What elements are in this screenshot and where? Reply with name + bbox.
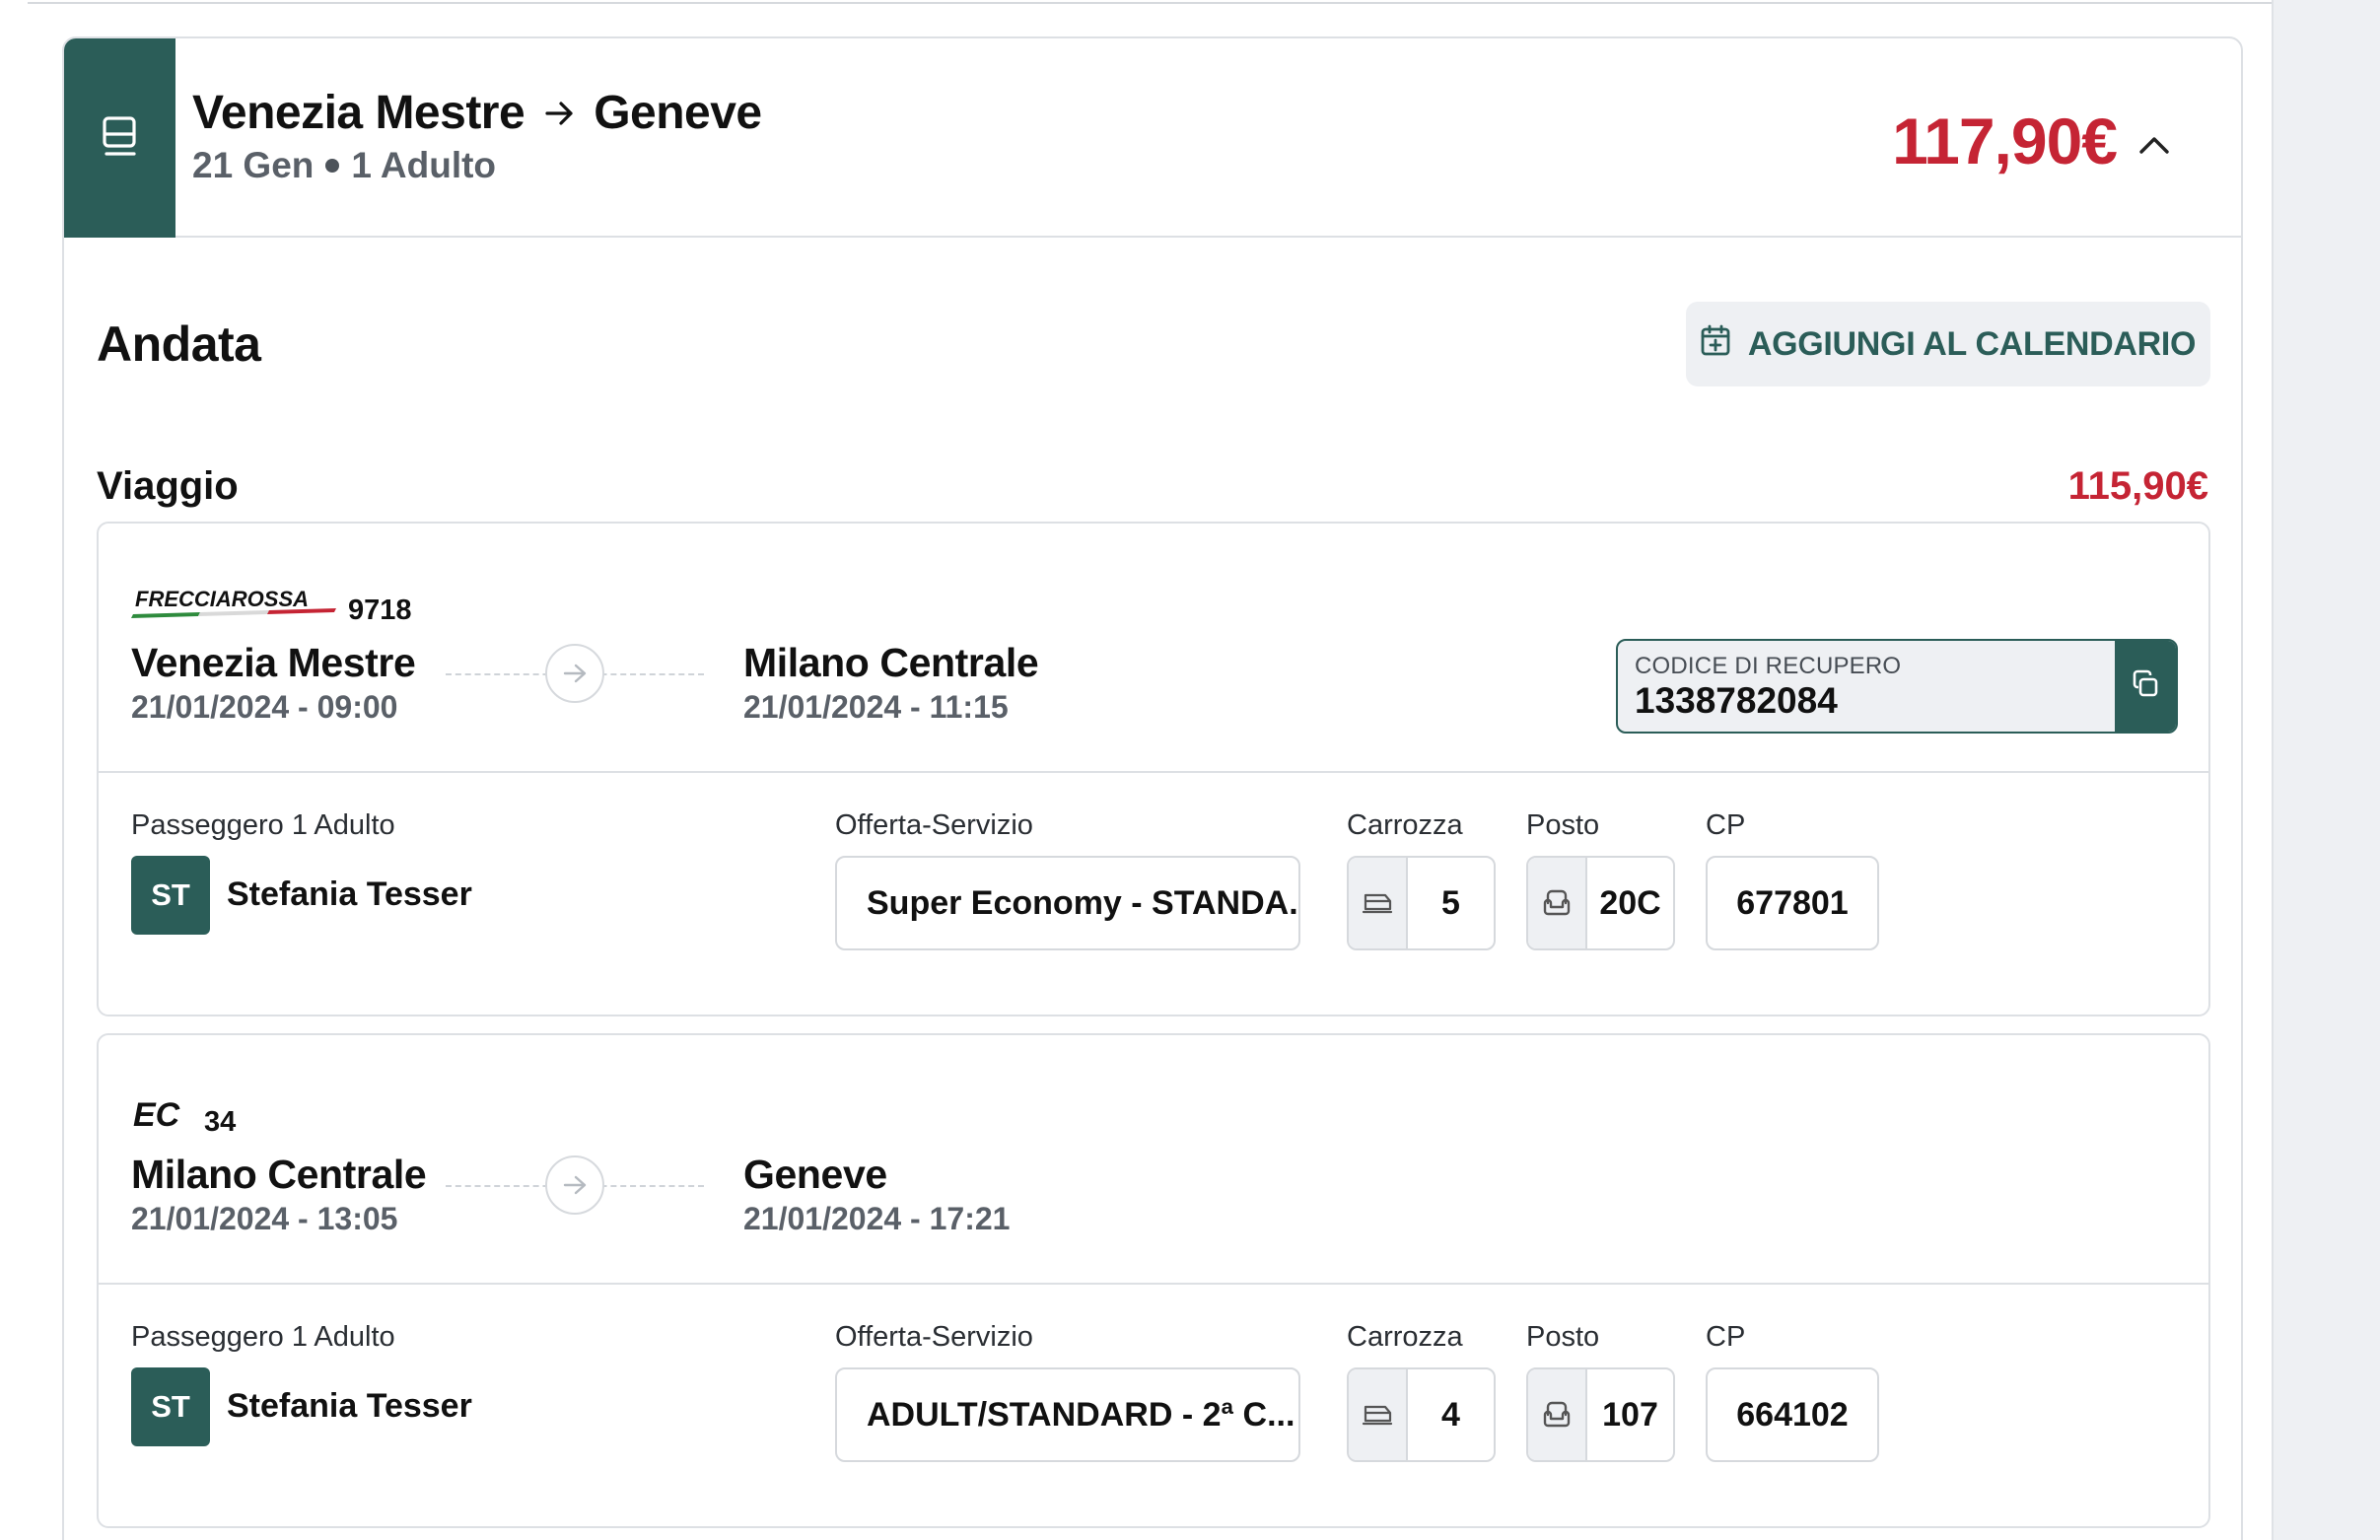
cp-field[interactable]: 677801: [1706, 856, 1879, 950]
route-connector: [446, 1155, 704, 1217]
coach-field[interactable]: 4: [1347, 1367, 1496, 1462]
leg-route: FRECCIAROSSA 9718 Venezia Mestre 21/01/2…: [99, 524, 2208, 773]
leg-card: FRECCIAROSSA 9718 Venezia Mestre 21/01/2…: [97, 522, 2210, 1016]
recovery-code-label: CODICE DI RECUPERO: [1635, 653, 1902, 679]
arrival-station: Geneve: [743, 1152, 887, 1197]
copy-code-button[interactable]: [2115, 641, 2176, 732]
eurocity-logo: EC: [131, 1096, 194, 1137]
section-title: Andata: [97, 316, 261, 372]
chevron-up-icon[interactable]: [2135, 125, 2174, 165]
seat-field[interactable]: 107: [1526, 1367, 1675, 1462]
arrow-right-icon: [544, 99, 574, 128]
seat-value: 107: [1602, 1395, 1658, 1434]
train-info: EC 34: [131, 1096, 236, 1137]
coach-value: 5: [1441, 883, 1460, 922]
offer-label: Offerta-Servizio: [835, 809, 1033, 841]
train-info: FRECCIAROSSA 9718: [131, 585, 412, 625]
train-brand: FRECCIAROSSA: [135, 587, 309, 611]
coach-icon: [1349, 1369, 1408, 1460]
leg-card: EC 34 Milano Centrale 21/01/2024 - 13:05…: [97, 1033, 2210, 1528]
trip-card: Venezia Mestre Geneve 21 Gen 1 Adulto 11…: [62, 36, 2243, 1540]
seat-field[interactable]: 20C: [1526, 856, 1675, 950]
passenger-label: Passeggero 1 Adulto: [131, 1321, 395, 1353]
coach-icon: [1349, 858, 1408, 948]
train-icon: [101, 112, 140, 165]
seat-icon: [1528, 1369, 1587, 1460]
route-destination: Geneve: [594, 87, 762, 139]
add-to-calendar-label: AGGIUNGI AL CALENDARIO: [1747, 324, 2197, 363]
avatar: ST: [131, 856, 210, 935]
cp-field[interactable]: 664102: [1706, 1367, 1879, 1462]
offer-field[interactable]: ADULT/STANDARD - 2ª C...: [835, 1367, 1300, 1462]
viaggio-price: 115,90€: [2067, 464, 2208, 508]
departure-station: Milano Centrale: [131, 1152, 427, 1197]
viaggio-label: Viaggio: [97, 464, 239, 508]
coach-field[interactable]: 5: [1347, 856, 1496, 950]
arrow-right-icon: [545, 1155, 604, 1215]
arrival-station: Milano Centrale: [743, 640, 1039, 685]
departure-time: 21/01/2024 - 13:05: [131, 1201, 398, 1236]
offer-field[interactable]: Super Economy - STANDA...: [835, 856, 1300, 950]
departure-time: 21/01/2024 - 09:00: [131, 689, 398, 725]
coach-value: 4: [1441, 1395, 1460, 1434]
page: Venezia Mestre Geneve 21 Gen 1 Adulto 11…: [0, 0, 2274, 1540]
train-number: 9718: [348, 595, 412, 626]
passenger-label: Passeggero 1 Adulto: [131, 809, 395, 841]
route-title: Venezia Mestre Geneve: [192, 86, 762, 140]
avatar: ST: [131, 1367, 210, 1446]
route-origin: Venezia Mestre: [192, 87, 525, 139]
leg-route: EC 34 Milano Centrale 21/01/2024 - 13:05…: [99, 1035, 2208, 1285]
arrival-time: 21/01/2024 - 17:21: [743, 1201, 1011, 1236]
seat-value: 20C: [1599, 883, 1661, 922]
offer-label: Offerta-Servizio: [835, 1321, 1033, 1353]
coach-label: Carrozza: [1347, 1321, 1463, 1353]
trip-date: 21 Gen: [192, 145, 315, 185]
top-divider: [28, 0, 2272, 4]
seat-icon: [1528, 858, 1587, 948]
cp-label: CP: [1706, 1321, 1746, 1353]
total-price: 117,90€: [1892, 105, 2118, 177]
copy-icon: [2131, 669, 2160, 704]
arrival-time: 21/01/2024 - 11:15: [743, 689, 1009, 725]
passenger-name: Stefania Tesser: [227, 1387, 472, 1425]
calendar-add-icon: [1701, 324, 1730, 365]
seat-label: Posto: [1526, 809, 1600, 841]
seat-label: Posto: [1526, 1321, 1600, 1353]
recovery-code-value: 1338782084: [1635, 680, 1838, 721]
frecciarossa-logo: FRECCIAROSSA: [131, 585, 338, 625]
add-to-calendar-button[interactable]: AGGIUNGI AL CALENDARIO: [1686, 302, 2210, 386]
header-band: [64, 38, 175, 238]
recovery-code-field: CODICE DI RECUPERO 1338782084: [1616, 639, 2178, 734]
route-connector: [446, 644, 704, 705]
coach-label: Carrozza: [1347, 809, 1463, 841]
train-number: 34: [204, 1106, 237, 1138]
trip-header[interactable]: Venezia Mestre Geneve 21 Gen 1 Adulto 11…: [64, 38, 2241, 238]
route-subtitle: 21 Gen 1 Adulto: [192, 145, 496, 186]
arrow-right-icon: [545, 644, 604, 703]
cp-label: CP: [1706, 809, 1746, 841]
passenger-name: Stefania Tesser: [227, 875, 472, 913]
trip-passengers: 1 Adulto: [351, 145, 497, 185]
departure-station: Venezia Mestre: [131, 640, 416, 685]
train-brand: EC: [133, 1096, 180, 1132]
separator-dot: [325, 159, 340, 173]
